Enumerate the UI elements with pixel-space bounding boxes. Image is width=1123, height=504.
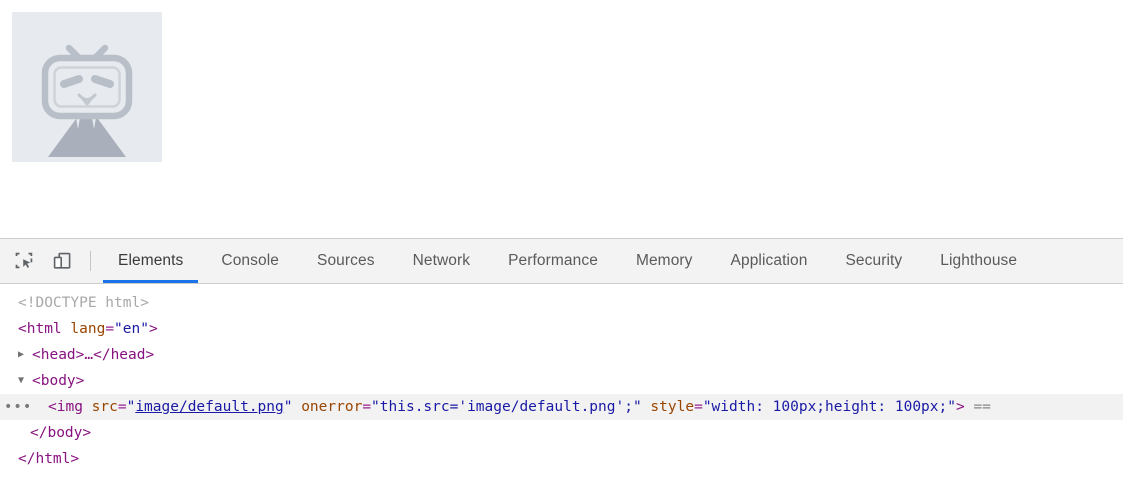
tab-network[interactable]: Network <box>394 239 490 283</box>
dom-row-head[interactable]: ▶ <head>…</head> <box>0 342 1123 368</box>
doctype-text: <!DOCTYPE html> <box>18 295 149 311</box>
devtools-tab-list: Elements Console Sources Network Perform… <box>99 239 1123 283</box>
html-lang-eq: = <box>105 321 115 337</box>
phone-tablet-icon <box>53 252 71 269</box>
toolbar-divider <box>90 251 91 271</box>
inspect-element-icon[interactable] <box>10 247 38 275</box>
tab-lighthouse[interactable]: Lighthouse <box>921 239 1036 283</box>
tv-mascot-icon <box>12 12 162 162</box>
dom-row-doctype[interactable]: <!DOCTYPE html> <box>0 290 1123 316</box>
html-lang-attr: lang <box>70 321 106 337</box>
page-viewport <box>0 0 1123 238</box>
head-text: <head>…</head> <box>32 347 155 363</box>
row-overflow-icon[interactable]: ••• <box>4 400 31 414</box>
dom-row-body-close[interactable]: </body> <box>0 420 1123 446</box>
html-open-tag: <html <box>18 321 62 337</box>
devtools-panel: Elements Console Sources Network Perform… <box>0 238 1123 504</box>
img-style-value: width: 100px;height: 100px; <box>711 399 948 415</box>
tab-security[interactable]: Security <box>826 239 921 283</box>
img-open-tag: <img <box>48 399 83 415</box>
img-onerror-attr: onerror <box>301 399 363 415</box>
img-style-attr: style <box>650 399 695 415</box>
tab-application[interactable]: Application <box>712 239 827 283</box>
tab-memory[interactable]: Memory <box>617 239 712 283</box>
twisty-collapsed-icon[interactable]: ▶ <box>18 342 30 368</box>
body-open-text: <body> <box>32 373 85 389</box>
img-onerror-value: this.src='image/default.png'; <box>379 399 633 415</box>
cursor-box-icon <box>15 252 33 269</box>
tab-sources[interactable]: Sources <box>298 239 394 283</box>
html-open-gt: > <box>148 321 158 337</box>
dom-row-body-open[interactable]: ▼ <body> <box>0 368 1123 394</box>
broken-image-placeholder[interactable] <box>12 12 162 162</box>
twisty-expanded-icon[interactable]: ▼ <box>18 368 30 394</box>
img-close-gt: > <box>955 399 965 415</box>
img-selection-marker: == <box>973 399 991 415</box>
tab-elements[interactable]: Elements <box>99 239 202 283</box>
html-close-text: </html> <box>18 451 80 467</box>
dom-row-html-open[interactable]: <html lang = "en" > <box>0 316 1123 342</box>
img-src-attr: src <box>91 399 118 415</box>
devtools-tool-icons <box>0 239 99 283</box>
body-close-text: </body> <box>30 425 92 441</box>
html-lang-value: "en" <box>114 321 149 337</box>
devtools-tabbar: Elements Console Sources Network Perform… <box>0 239 1123 284</box>
device-toolbar-icon[interactable] <box>48 247 76 275</box>
dom-tree[interactable]: <!DOCTYPE html> <html lang = "en" > ▶ <head>… <box>0 284 1123 504</box>
img-src-value[interactable]: image/default.png <box>135 394 283 420</box>
dom-row-html-close[interactable]: </html> <box>0 446 1123 472</box>
dom-row-img[interactable]: ••• <img src = " image/default.png " onerror =… <box>0 394 1123 420</box>
tab-console[interactable]: Console <box>202 239 298 283</box>
tab-performance[interactable]: Performance <box>489 239 617 283</box>
